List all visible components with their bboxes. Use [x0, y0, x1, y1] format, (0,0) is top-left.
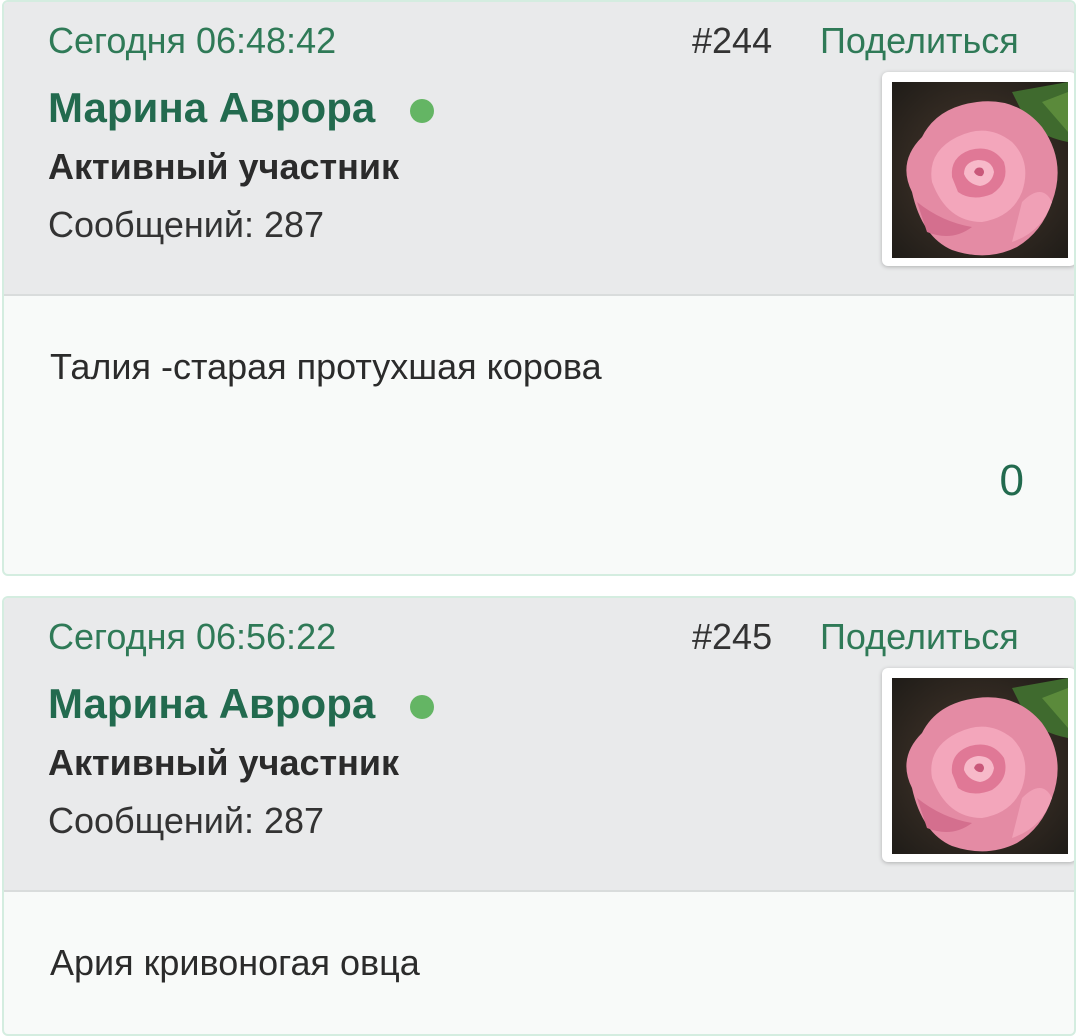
post-header: Сегодня 06:48:42 #244 Поделиться Марина …	[4, 2, 1074, 296]
post-body: Талия -старая протухшая корова 0	[4, 296, 1074, 574]
rose-avatar-icon	[892, 678, 1068, 854]
post-text: Ария кривоногая овца	[50, 942, 420, 983]
post-header: Сегодня 06:56:22 #245 Поделиться Марина …	[4, 598, 1074, 892]
author-name[interactable]: Марина Аврора	[48, 84, 375, 132]
post-card: Сегодня 06:48:42 #244 Поделиться Марина …	[2, 0, 1076, 576]
post-date-link[interactable]: Сегодня 06:48:42	[48, 20, 336, 62]
avatar[interactable]	[882, 668, 1074, 862]
share-button[interactable]: Поделиться	[820, 616, 1019, 658]
online-status-icon	[410, 695, 434, 719]
online-status-icon	[410, 99, 434, 123]
post-number[interactable]: #244	[692, 20, 772, 62]
author-message-count: Сообщений: 287	[48, 204, 325, 245]
author-role: Активный участник	[48, 742, 400, 783]
author-name[interactable]: Марина Аврора	[48, 680, 375, 728]
avatar[interactable]	[882, 72, 1074, 266]
reaction-count[interactable]: 0	[1000, 456, 1024, 506]
share-button[interactable]: Поделиться	[820, 20, 1019, 62]
post-body: Ария кривоногая овца	[4, 892, 1074, 1034]
post-date-link[interactable]: Сегодня 06:56:22	[48, 616, 336, 658]
post-text: Талия -старая протухшая корова	[50, 346, 602, 387]
post-card: Сегодня 06:56:22 #245 Поделиться Марина …	[2, 596, 1076, 1036]
author-role: Активный участник	[48, 146, 400, 187]
post-number[interactable]: #245	[692, 616, 772, 658]
author-message-count: Сообщений: 287	[48, 800, 325, 841]
rose-avatar-icon	[892, 82, 1068, 258]
